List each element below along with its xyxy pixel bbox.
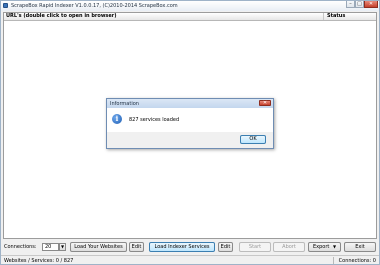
chevron-down-icon: ▼ [332, 244, 337, 249]
connections-select[interactable]: 20 [42, 243, 59, 251]
edit-websites-button[interactable]: Edit [129, 242, 144, 252]
export-button[interactable]: Export ▼ [308, 242, 341, 252]
bottom-toolbar: Connections: 20 ▼ Load Your Websites Edi… [1, 241, 379, 253]
dialog-title-bar[interactable]: Information ✕ [107, 99, 273, 108]
dialog-message: 827 services loaded [129, 117, 180, 123]
title-bar[interactable]: ScrapeBox Rapid Indexer V1.0.0.17, (C)20… [1, 1, 379, 11]
load-services-button[interactable]: Load Indexer Services [149, 242, 215, 252]
abort-button[interactable]: Abort [273, 242, 305, 252]
edit-services-button[interactable]: Edit [218, 242, 233, 252]
close-button[interactable]: ✕ [364, 1, 378, 8]
window-title: ScrapeBox Rapid Indexer V1.0.0.17, (C)20… [11, 3, 178, 9]
status-bar: Websites / Services: 0 / 827 Connections… [1, 255, 379, 264]
start-button[interactable]: Start [239, 242, 271, 252]
dialog-close-button[interactable]: ✕ [259, 100, 271, 106]
ok-button[interactable]: OK [240, 135, 266, 144]
export-label: Export [312, 244, 330, 250]
dialog-title: Information [110, 101, 139, 107]
chevron-down-icon[interactable]: ▼ [59, 243, 66, 251]
minimize-button[interactable]: – [346, 1, 355, 8]
connections-label: Connections: [4, 244, 37, 250]
information-icon: i [112, 114, 122, 124]
column-header-urls[interactable]: URL's (double click to open in browser) [4, 13, 324, 20]
websites-services-count: Websites / Services: 0 / 827 [4, 258, 74, 264]
app-icon [3, 3, 8, 8]
maximize-button[interactable]: □ [355, 1, 364, 8]
main-window: ScrapeBox Rapid Indexer V1.0.0.17, (C)20… [0, 0, 380, 265]
grid-header: URL's (double click to open in browser) … [4, 13, 376, 21]
load-websites-button[interactable]: Load Your Websites [70, 242, 127, 252]
dialog-body: i 827 services loaded [107, 108, 273, 132]
exit-button[interactable]: Exit [344, 242, 376, 252]
status-divider [333, 257, 334, 264]
information-dialog: Information ✕ i 827 services loaded OK [106, 98, 274, 149]
connections-count: Connections: 0 [338, 258, 376, 264]
window-controls: – □ ✕ [346, 1, 378, 9]
column-header-status[interactable]: Status [324, 13, 376, 20]
